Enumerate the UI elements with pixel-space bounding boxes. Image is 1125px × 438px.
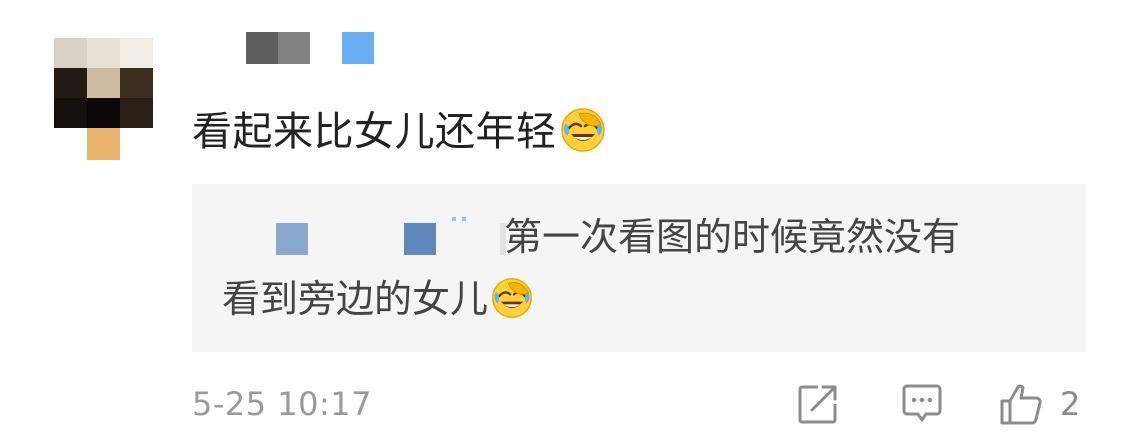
reply-text-line2: 看到旁边的女儿 [222, 272, 534, 326]
thumbs-up-icon [1000, 384, 1042, 425]
comment-icon [902, 384, 942, 422]
share-button[interactable] [796, 378, 840, 430]
avatar[interactable] [54, 38, 154, 160]
comment-text-content: 看起来比女儿还年轻 [192, 109, 557, 155]
laughing-crying-emoji-icon [560, 108, 605, 152]
reply-text-line2-content: 看到旁边的女儿 [222, 277, 489, 321]
username[interactable] [246, 32, 376, 64]
like-button[interactable]: 2 [998, 378, 1080, 430]
reply-text-line1: 第一次看图的时候竟然没有 [504, 215, 961, 259]
reply-button[interactable] [900, 378, 944, 430]
laughing-crying-emoji-icon [492, 278, 532, 318]
share-icon [798, 385, 837, 424]
reply-username[interactable] [276, 217, 506, 255]
comment-text: 看起来比女儿还年轻 [192, 103, 607, 161]
timestamp: 5-25 10:17 [192, 385, 373, 423]
reply-box[interactable]: 第一次看图的时候竟然没有 看到旁边的女儿 [192, 184, 1086, 352]
like-count: 2 [1060, 385, 1081, 423]
